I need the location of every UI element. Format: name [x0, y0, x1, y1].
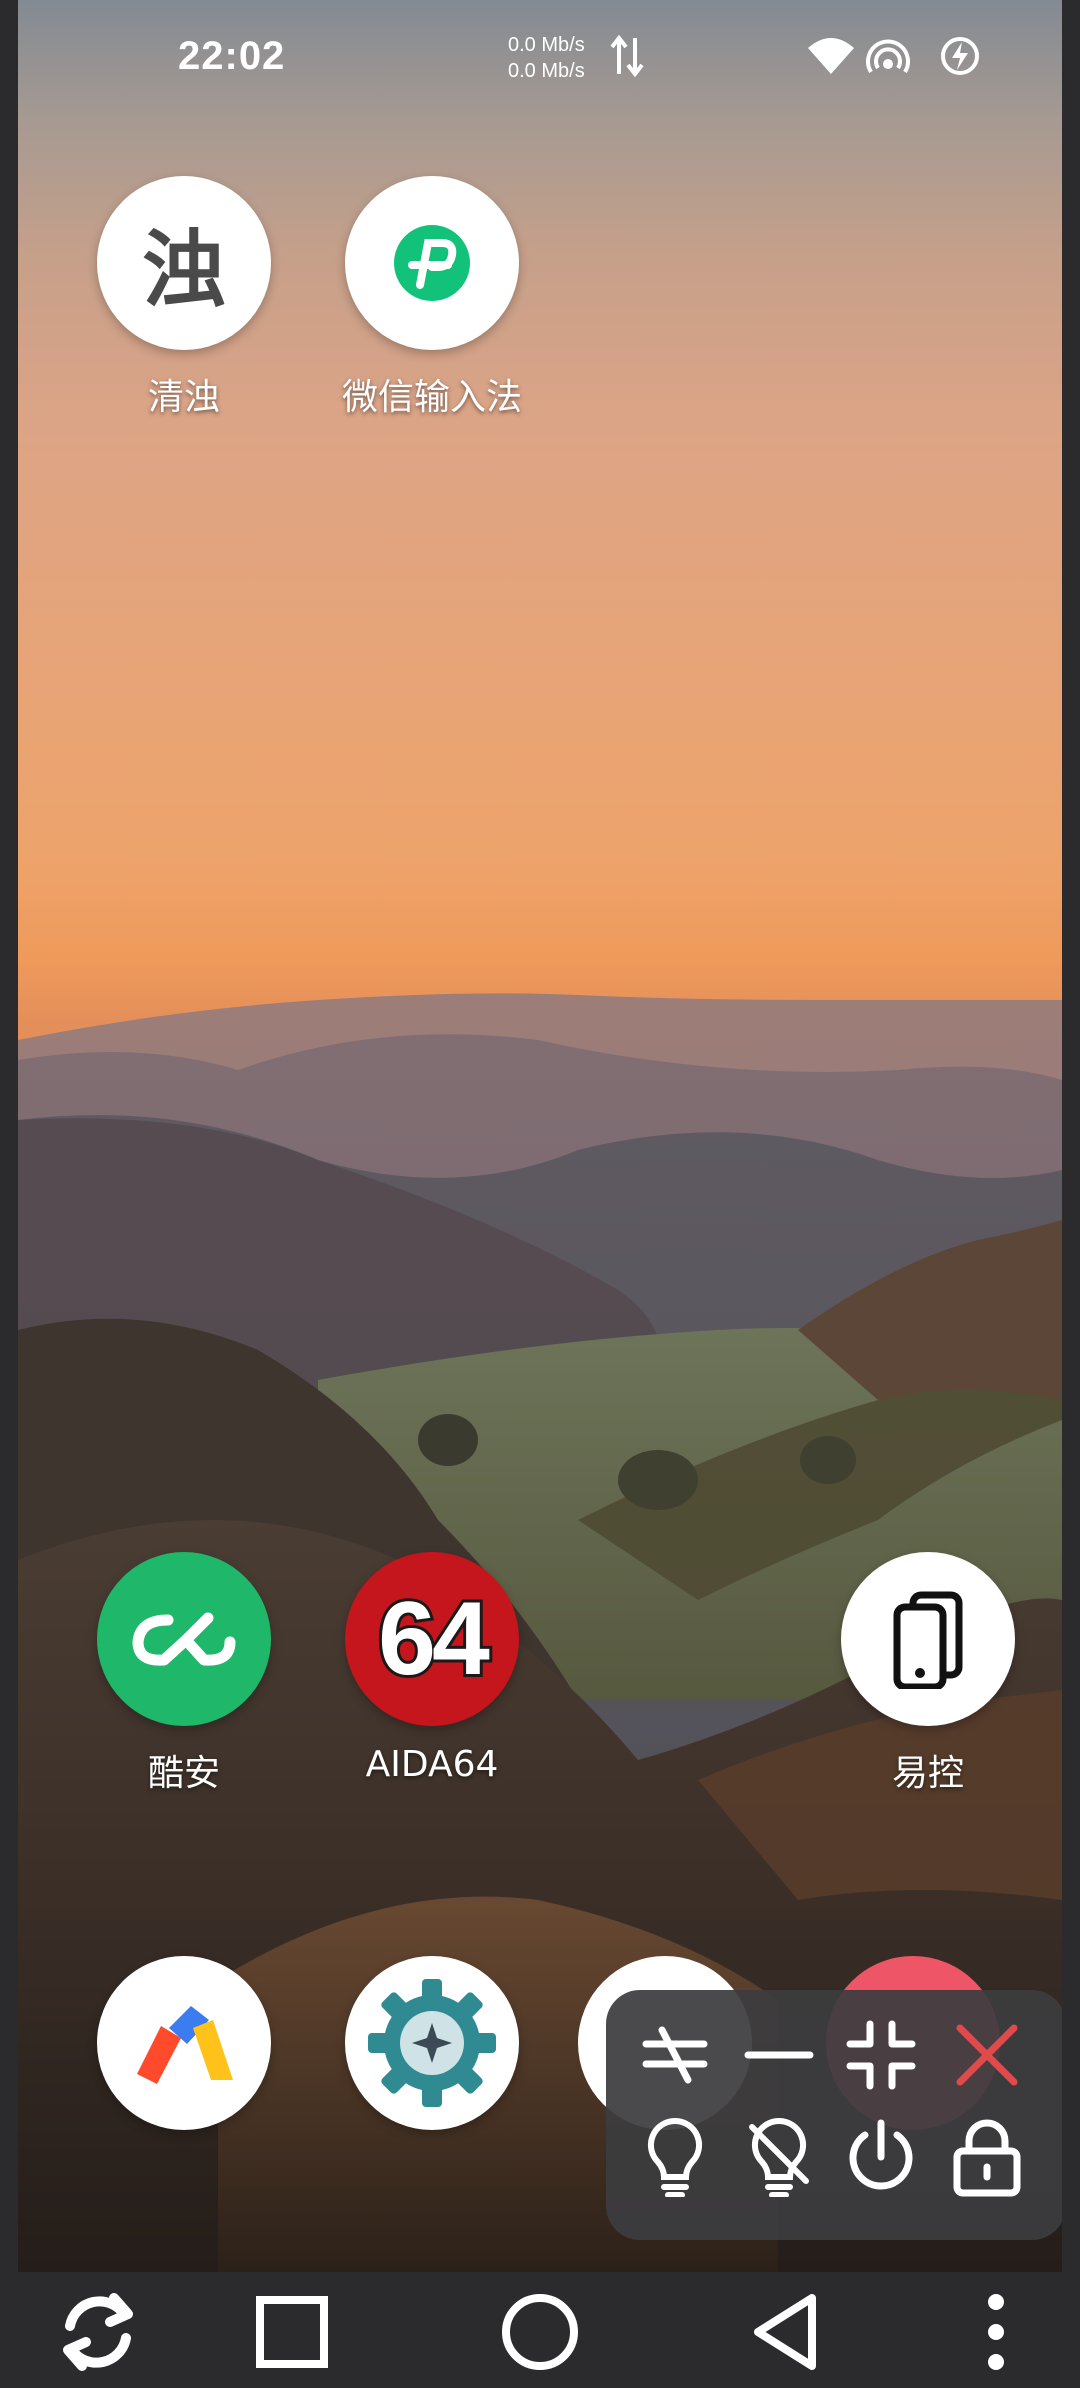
hotspot-icon — [866, 39, 910, 74]
aida64-icon: 64 — [345, 1552, 519, 1726]
app-label: 易控 — [891, 1753, 964, 1794]
navigation-bar — [0, 2272, 1080, 2388]
app-easycontrol[interactable]: 易控 — [828, 1552, 1028, 1796]
easycontrol-glyph — [893, 1591, 963, 1689]
app-label: 清浊 — [147, 377, 220, 418]
floating-control-panel — [606, 1990, 1062, 2240]
app-qingzhuo[interactable]: 浊 清浊 — [84, 176, 284, 420]
network-arrows-icon — [610, 34, 644, 78]
switch-icon[interactable] — [630, 2010, 720, 2100]
status-time: 22:02 — [178, 34, 286, 78]
wifi-icon — [808, 38, 854, 74]
light-on-icon[interactable] — [630, 2112, 720, 2202]
network-speed: 0.0 Mb/s 0.0 Mb/s — [508, 32, 585, 84]
app-aida64[interactable]: 64 AIDA64 — [332, 1552, 532, 1785]
power-icon[interactable] — [836, 2112, 926, 2202]
gear-glyph — [368, 1979, 496, 2107]
upload-speed: 0.0 Mb/s — [508, 34, 585, 56]
battery-charging-icon — [941, 37, 979, 75]
app-via-browser[interactable] — [84, 1956, 284, 2130]
qingzhuo-icon: 浊 — [97, 176, 271, 350]
minimize-icon[interactable] — [734, 2010, 824, 2100]
via-browser-icon — [97, 1956, 271, 2130]
coolapk-glyph — [132, 1612, 236, 1666]
rotate-icon[interactable] — [56, 2290, 140, 2374]
app-coolapk[interactable]: 酷安 — [84, 1552, 284, 1796]
download-speed: 0.0 Mb/s — [508, 60, 585, 82]
app-label: AIDA64 — [365, 1744, 499, 1785]
app-label: 微信输入法 — [341, 377, 522, 418]
app-wechat-input[interactable]: 微信输入法 — [332, 176, 532, 420]
coolapk-icon — [97, 1552, 271, 1726]
gear-app-icon — [345, 1956, 519, 2130]
back-icon[interactable] — [746, 2290, 830, 2374]
aida64-glyph: 64 — [375, 1578, 493, 1700]
easycontrol-icon — [841, 1552, 1015, 1726]
home-icon[interactable] — [498, 2290, 582, 2374]
recents-icon[interactable] — [250, 2290, 334, 2374]
more-icon[interactable] — [954, 2290, 1038, 2374]
home-screen: 22:02 0.0 Mb/s 0.0 Mb/s 浊 清浊 微信输入法 酷安 64… — [18, 0, 1062, 2272]
close-icon[interactable] — [942, 2010, 1032, 2100]
light-off-icon[interactable] — [734, 2112, 824, 2202]
lock-icon[interactable] — [942, 2112, 1032, 2202]
via-browser-glyph — [137, 2006, 233, 2084]
app-gear[interactable] — [332, 1956, 532, 2130]
wechat-input-glyph — [394, 225, 470, 301]
wechat-input-icon — [345, 176, 519, 350]
app-label: 酷安 — [147, 1753, 220, 1794]
qingzhuo-glyph: 浊 — [141, 219, 226, 319]
fullscreen-exit-icon[interactable] — [836, 2010, 926, 2100]
